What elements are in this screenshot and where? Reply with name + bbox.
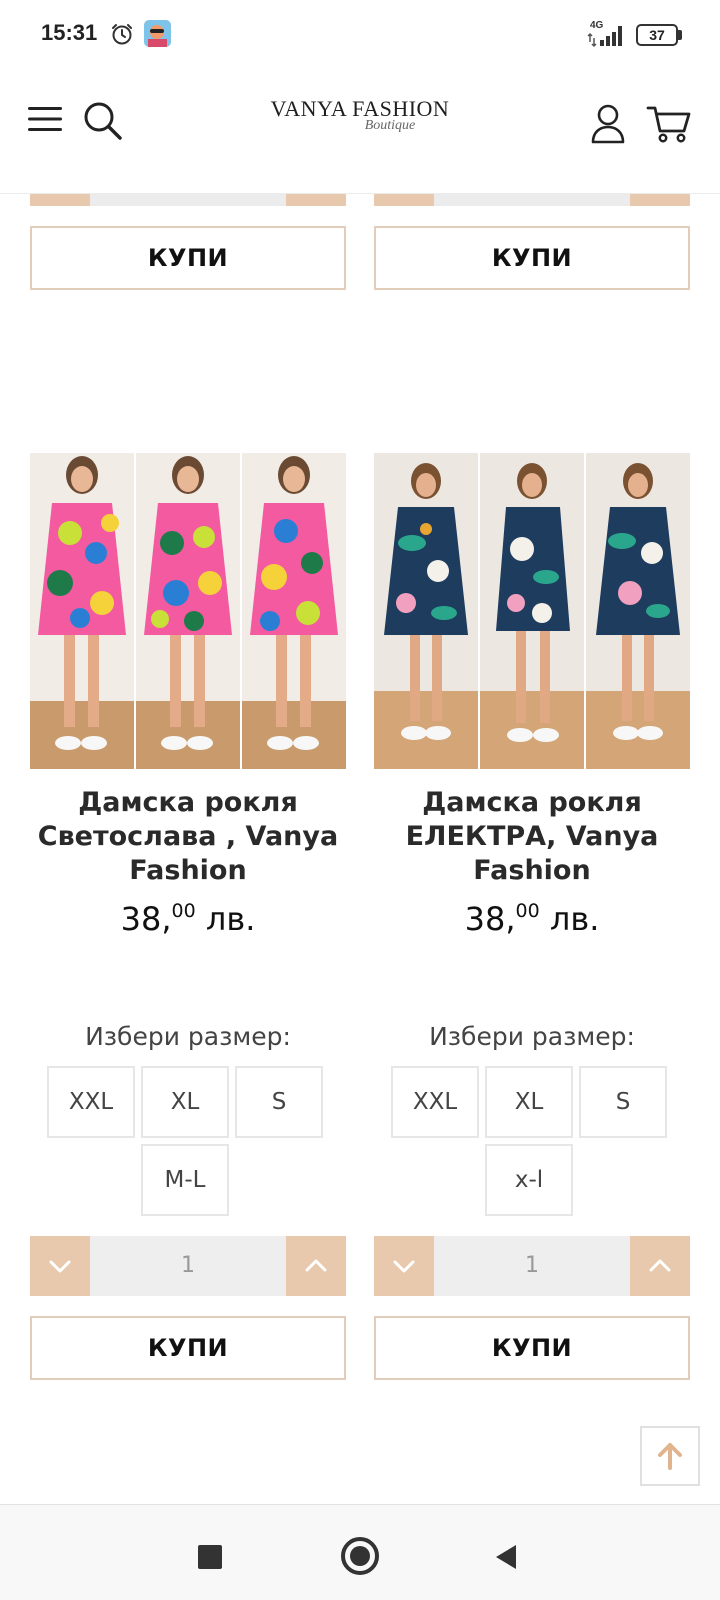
chevron-up-icon <box>649 1259 671 1272</box>
quantity-decrease-button[interactable] <box>30 1236 90 1296</box>
price-currency: лв. <box>539 900 600 938</box>
price-main: 38, <box>464 900 516 938</box>
size-select-label: Избери размер: <box>85 1022 291 1051</box>
dress-photo-collage <box>30 453 346 769</box>
product-image[interactable] <box>30 453 346 769</box>
quantity-increase-button[interactable] <box>630 1236 690 1296</box>
status-time: 15:31 <box>41 20 98 45</box>
size-option-xxl[interactable]: XXL <box>47 1066 135 1138</box>
size-option-s[interactable]: S <box>579 1066 667 1138</box>
price-cents: 00 <box>515 900 540 922</box>
buy-button[interactable]: КУПИ <box>30 1316 346 1380</box>
chevron-down-icon <box>49 1260 71 1273</box>
back-icon[interactable] <box>494 1543 518 1571</box>
product-title[interactable]: Дамска рокля Светослава , Vanya Fashion <box>30 786 346 888</box>
quantity-field-edge[interactable] <box>90 194 286 206</box>
recent-apps-icon[interactable] <box>198 1545 222 1569</box>
chevron-down-icon <box>393 1260 415 1273</box>
price-main: 38, <box>120 900 172 938</box>
size-option-x-l[interactable]: x-l <box>485 1144 573 1216</box>
product-title[interactable]: Дамска рокля ЕЛЕКТРА, Vanya Fashion <box>374 786 690 888</box>
cart-icon[interactable] <box>646 104 692 144</box>
previous-quantity-stepper-left <box>30 194 346 206</box>
home-icon-dot <box>350 1546 370 1566</box>
alarm-clock-icon <box>112 24 132 45</box>
status-bar: 15:31 4G 37 <box>0 0 720 70</box>
system-navigation-bar <box>0 1504 720 1600</box>
quantity-input[interactable]: 1 <box>90 1236 286 1296</box>
site-header: VANYA FASHION Boutique <box>0 70 720 194</box>
quantity-decrease-edge[interactable] <box>30 194 90 206</box>
buy-button[interactable]: КУПИ <box>374 1316 690 1380</box>
quantity-increase-edge[interactable] <box>286 194 346 206</box>
size-option-xl[interactable]: XL <box>141 1066 229 1138</box>
product-image[interactable] <box>374 453 690 769</box>
dress-photo-collage <box>374 453 690 769</box>
quantity-input[interactable]: 1 <box>434 1236 630 1296</box>
site-logo[interactable]: VANYA FASHION Boutique <box>260 96 460 146</box>
search-icon[interactable] <box>82 100 124 142</box>
size-option-xl[interactable]: XL <box>485 1066 573 1138</box>
quantity-field-edge[interactable] <box>434 194 630 206</box>
quantity-increase-button[interactable] <box>286 1236 346 1296</box>
product-price: 38,00 лв. <box>30 900 346 938</box>
logo-main-text: VANYA FASHION <box>270 96 450 121</box>
size-select-label: Избери размер: <box>429 1022 635 1051</box>
previous-quantity-stepper-right <box>374 194 690 206</box>
quantity-stepper: 1 <box>374 1236 690 1296</box>
quantity-decrease-button[interactable] <box>374 1236 434 1296</box>
buy-button[interactable]: КУПИ <box>30 226 346 290</box>
signal-strength-icon <box>587 26 622 48</box>
battery-icon: 37 <box>636 24 682 46</box>
size-option-xxl[interactable]: XXL <box>391 1066 479 1138</box>
user-icon[interactable] <box>590 104 626 144</box>
home-icon[interactable] <box>341 1537 379 1575</box>
scroll-to-top-button[interactable] <box>640 1426 700 1486</box>
battery-level: 37 <box>649 27 665 43</box>
menu-icon[interactable] <box>28 104 62 134</box>
size-option-m-l[interactable]: M-L <box>141 1144 229 1216</box>
battery-tip <box>678 30 682 40</box>
chevron-up-icon <box>305 1259 327 1272</box>
size-option-s[interactable]: S <box>235 1066 323 1138</box>
product-price: 38,00 лв. <box>374 900 690 938</box>
buy-button[interactable]: КУПИ <box>374 226 690 290</box>
price-cents: 00 <box>171 900 196 922</box>
arrow-up-icon <box>658 1443 682 1470</box>
quantity-increase-edge[interactable] <box>630 194 690 206</box>
quantity-stepper: 1 <box>30 1236 346 1296</box>
quantity-decrease-edge[interactable] <box>374 194 434 206</box>
app-notification-icon <box>144 20 171 47</box>
price-currency: лв. <box>195 900 256 938</box>
